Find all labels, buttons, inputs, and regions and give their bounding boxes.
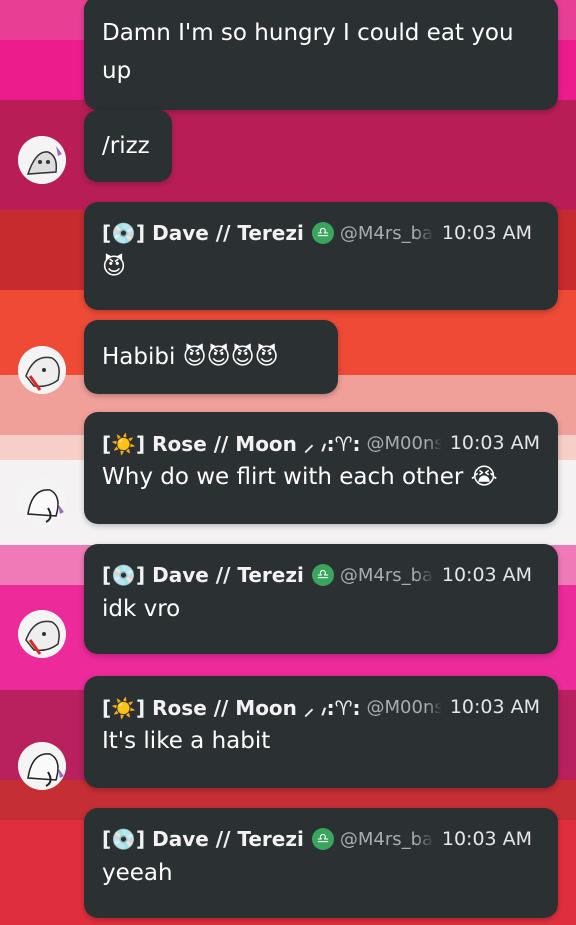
author-handle[interactable]: @M4rs_ba [340,829,434,850]
timestamp: 10:03 AM [449,432,540,454]
avatar[interactable] [18,742,66,790]
message-bubble[interactable]: [☀️] Rose // Moon ⸝ ៸:♈︎: @M00ns 10:03 A… [84,676,558,788]
avatar[interactable] [18,136,66,184]
message-bubble[interactable]: [☀️] Rose // Moon ⸝ ៸:♈︎: @M00ns 10:03 A… [84,412,558,524]
author-name[interactable]: [💿] Dave // Terezi [102,221,304,245]
message-text: Damn I'm so hungry I could eat you up [102,20,514,84]
avatar[interactable] [18,478,66,526]
message-bubble[interactable]: /rizz [84,110,172,182]
message-text: Why do we flirt with each other 😭 [102,464,498,490]
message-header: [☀️] Rose // Moon ⸝ ៸:♈︎: @M00ns 10:03 A… [102,428,540,458]
author-name[interactable]: [☀️] Rose // Moon ⸝ ៸:♈︎: [102,430,361,457]
message-header: [💿] Dave // Terezi ♎ @M4rs_ba 10:03 AM [102,560,540,590]
message-bubble[interactable]: Damn I'm so hungry I could eat you up [84,0,558,110]
message-text: yeeah [102,860,173,886]
libra-badge-icon: ♎ [311,828,334,850]
message-text: 😈 [102,254,126,280]
message-text: Habibi 😈😈😈😈 [102,344,279,370]
message-bubble[interactable]: Habibi 😈😈😈😈 [84,320,338,394]
author-name[interactable]: [☀️] Rose // Moon ⸝ ៸:♈︎: [102,694,361,721]
author-name[interactable]: [💿] Dave // Terezi [102,563,304,587]
avatar[interactable] [18,346,66,394]
avatar[interactable] [18,610,66,658]
timestamp: 10:03 AM [441,564,533,586]
message-bubble[interactable]: [💿] Dave // Terezi ♎ @M4rs_ba 10:03 AM i… [84,544,558,654]
message-header: [☀️] Rose // Moon ⸝ ៸:♈︎: @M00ns 10:03 A… [102,692,540,722]
message-header: [💿] Dave // Terezi ♎ @M4rs_ba 10:03 AM [102,824,540,854]
timestamp: 10:03 AM [449,696,540,718]
author-name[interactable]: [💿] Dave // Terezi [102,827,304,851]
message-bubble[interactable]: [💿] Dave // Terezi ♎ @M4rs_ba 10:03 AM 😈 [84,202,558,310]
message-text: /rizz [102,133,150,159]
message-header: [💿] Dave // Terezi ♎ @M4rs_ba 10:03 AM [102,218,540,248]
timestamp: 10:03 AM [441,222,533,244]
message-text: idk vro [102,596,181,622]
timestamp: 10:03 AM [441,828,533,850]
message-text: It's like a habit [102,728,271,754]
author-handle[interactable]: @M00ns [367,433,442,454]
author-handle[interactable]: @M4rs_ba [340,565,434,586]
message-bubble[interactable]: [💿] Dave // Terezi ♎ @M4rs_ba 10:03 AM y… [84,808,558,918]
author-handle[interactable]: @M00ns [367,697,442,718]
libra-badge-icon: ♎ [311,222,334,244]
author-handle[interactable]: @M4rs_ba [340,223,434,244]
libra-badge-icon: ♎ [311,564,334,586]
message-list[interactable]: Damn I'm so hungry I could eat you up /r… [0,0,576,925]
